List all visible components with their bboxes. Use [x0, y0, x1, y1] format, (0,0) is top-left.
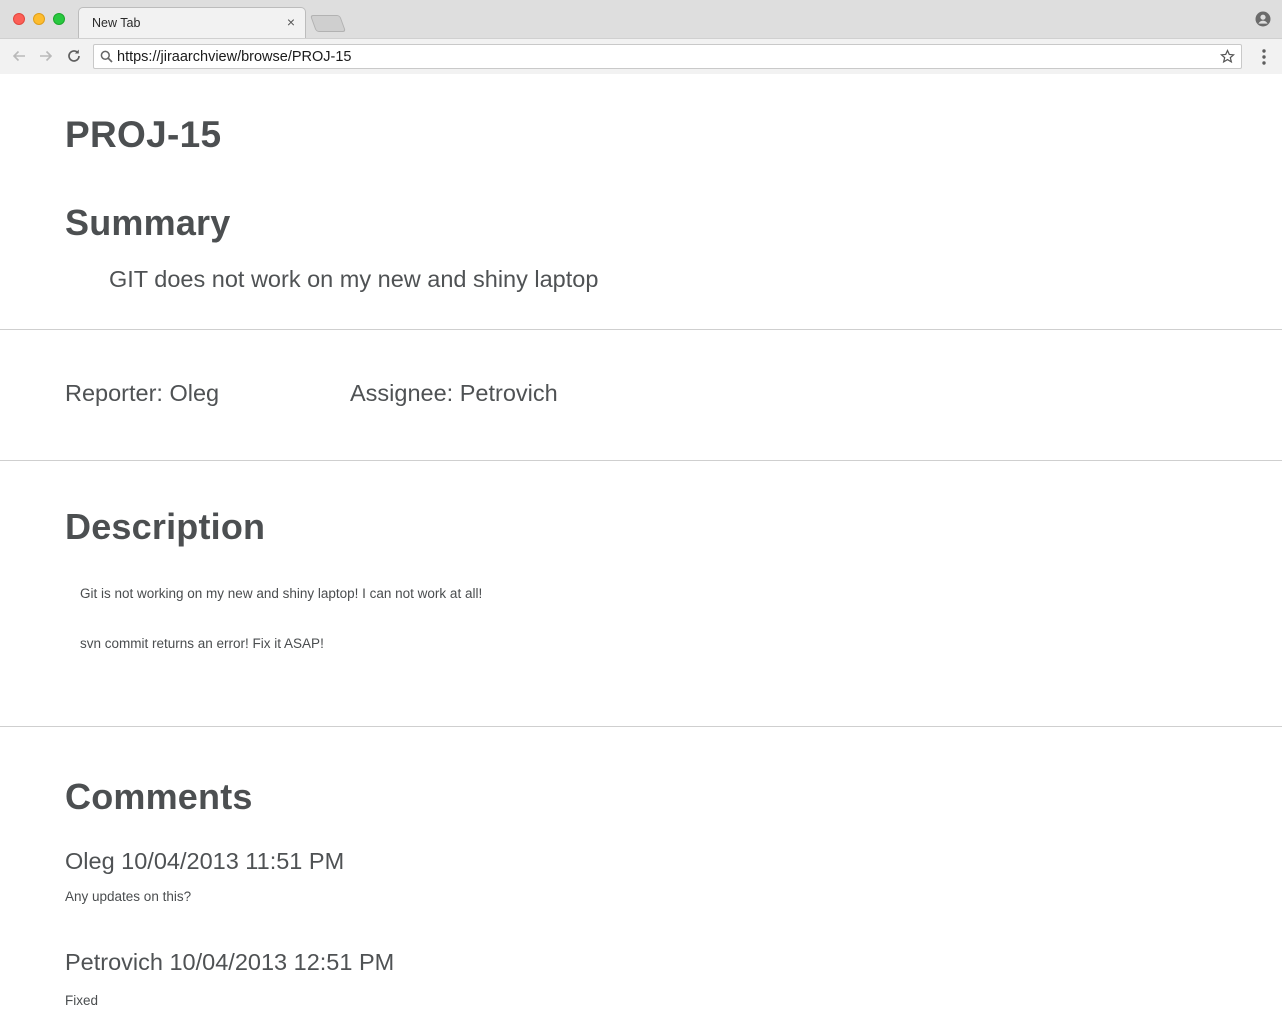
divider — [0, 329, 1282, 330]
comment-body: Fixed — [65, 993, 99, 1008]
reload-icon[interactable] — [65, 47, 83, 65]
close-window-button[interactable] — [13, 13, 25, 25]
comment-header: Petrovich 10/04/2013 12:51 PM — [65, 949, 395, 975]
divider — [0, 460, 1282, 461]
browser-chrome: New Tab × https://jiraarchview/browse/PR… — [0, 0, 1282, 74]
star-icon[interactable] — [1220, 49, 1235, 64]
comment-body: Any updates on this? — [65, 889, 192, 904]
address-bar[interactable]: https://jiraarchview/browse/PROJ-15 — [93, 44, 1242, 69]
tab-close-icon[interactable]: × — [283, 14, 299, 30]
title-bar: New Tab × — [0, 0, 1282, 38]
summary-text: GIT does not work on my new and shiny la… — [109, 266, 599, 292]
issue-key-title: PROJ-15 — [65, 114, 222, 155]
new-tab-button[interactable] — [309, 15, 347, 32]
zoom-window-button[interactable] — [53, 13, 65, 25]
summary-heading: Summary — [65, 202, 231, 243]
divider — [0, 726, 1282, 727]
reporter-field: Reporter: Oleg — [65, 380, 220, 406]
url-text: https://jiraarchview/browse/PROJ-15 — [117, 49, 352, 65]
issue-page: PROJ-15 Summary GIT does not work on my … — [0, 74, 1282, 1012]
comment-header: Oleg 10/04/2013 11:51 PM — [65, 848, 345, 874]
description-line: Git is not working on my new and shiny l… — [80, 586, 483, 601]
browser-tab[interactable]: New Tab × — [78, 7, 306, 38]
tab-title: New Tab — [92, 16, 141, 30]
minimize-window-button[interactable] — [33, 13, 45, 25]
search-icon — [100, 50, 113, 63]
description-line: svn commit returns an error! Fix it ASAP… — [80, 636, 324, 651]
arrow-right-icon[interactable] — [37, 47, 55, 65]
browser-toolbar: https://jiraarchview/browse/PROJ-15 — [0, 38, 1282, 74]
assignee-field: Assignee: Petrovich — [350, 380, 558, 406]
profile-icon[interactable] — [1255, 11, 1271, 27]
description-heading: Description — [65, 506, 266, 547]
kebab-menu-icon[interactable] — [1256, 48, 1272, 66]
comments-heading: Comments — [65, 776, 253, 817]
arrow-left-icon[interactable] — [10, 47, 28, 65]
